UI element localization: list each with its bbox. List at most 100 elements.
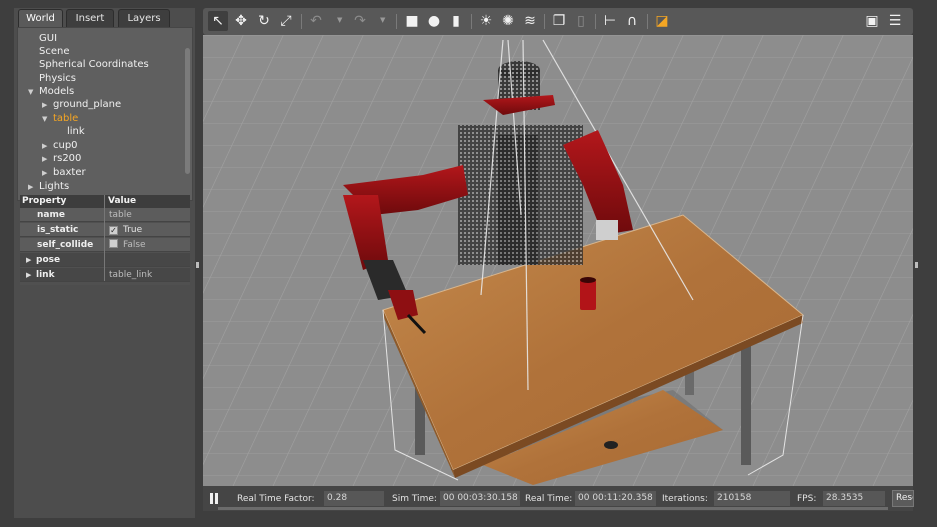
property-row-link[interactable]: ▶ link table_link (20, 268, 190, 282)
scene-render (203, 35, 913, 486)
select-mode-icon[interactable]: ↖ (208, 11, 228, 31)
tab-layers[interactable]: Layers (118, 9, 170, 27)
tree-item-label: GUI (39, 33, 58, 44)
real-time-factor-value: 0.28 (324, 491, 384, 506)
translate-mode-icon[interactable]: ✥ (231, 11, 251, 31)
tree-item-lights[interactable]: ▶ Lights (28, 180, 69, 193)
property-row-self-collide[interactable]: self_collide False (20, 238, 190, 252)
tree-item-scene[interactable]: Scene (28, 45, 70, 58)
property-value: table_link (109, 270, 153, 280)
tree-item-link[interactable]: link (56, 125, 85, 138)
tree-item-ground-plane[interactable]: ▶ ground_plane (42, 98, 121, 111)
left-splitter-handle[interactable] (196, 262, 199, 268)
property-key: name (37, 210, 65, 220)
tree-item-baxter[interactable]: ▶ baxter (42, 166, 86, 179)
property-table-header: Property Value (20, 195, 190, 208)
align-icon[interactable]: ⊢ (600, 11, 620, 31)
property-key: link (36, 270, 55, 280)
magnet-icon[interactable]: ∩ (622, 11, 642, 31)
tree-item-rs200[interactable]: ▶ rs200 (42, 152, 81, 165)
chevron-down-icon[interactable]: ▼ (380, 16, 385, 24)
cup0-model[interactable] (580, 280, 596, 310)
redo-icon[interactable]: ↷ (350, 11, 370, 31)
tree-item-cup0[interactable]: ▶ cup0 (42, 139, 78, 152)
toolbar-separator (647, 14, 648, 29)
baxter-right-gripper (596, 220, 618, 240)
chevron-down-icon[interactable]: ▼ (42, 113, 53, 126)
tree-item-label: table (53, 113, 79, 124)
tree-item-models[interactable]: ▼ Models (28, 85, 74, 98)
status-scrollbar[interactable] (218, 507, 888, 510)
property-row-name[interactable]: name table (20, 208, 190, 222)
scale-mode-icon[interactable]: ⤢ (276, 11, 296, 31)
checkbox-label: False (123, 240, 146, 250)
tree-scrollbar[interactable] (185, 48, 190, 174)
spot-light-icon[interactable]: ✺ (498, 11, 518, 31)
chevron-right-icon[interactable]: ▶ (28, 181, 39, 194)
column-divider (104, 195, 105, 281)
value-column-header: Value (108, 196, 137, 206)
tree-item-label: rs200 (53, 153, 82, 164)
cylinder-shape-icon[interactable]: ▮ (446, 11, 466, 31)
status-bar: Real Time Factor: 0.28 Sim Time: 00 00:0… (203, 486, 914, 511)
fps-value: 28.3535 (823, 491, 885, 506)
tree-item-label: baxter (53, 167, 86, 178)
rotate-mode-icon[interactable]: ↻ (254, 11, 274, 31)
real-time-factor-label: Real Time Factor: (237, 494, 315, 504)
directional-light-icon[interactable]: ≋ (520, 11, 540, 31)
tree-item-label: link (67, 126, 85, 137)
right-splitter-handle[interactable] (915, 262, 918, 268)
chevron-right-icon[interactable]: ▶ (42, 99, 53, 112)
iterations-label: Iterations: (662, 494, 708, 504)
reset-button[interactable]: Reset (892, 490, 914, 507)
checkbox-checked-icon[interactable]: ✓ (109, 226, 118, 235)
point-light-icon[interactable]: ☀ (476, 11, 496, 31)
checkbox-unchecked-icon[interactable] (109, 239, 118, 248)
main-toolbar: ↖ ✥ ↻ ⤢ ↶ ▼ ↷ ▼ ■ ● ▮ ☀ ✺ ≋ ❐ ▯ ⊢ ∩ ◪ ▣ … (203, 8, 913, 35)
toolbar-separator (396, 14, 397, 29)
tree-item-label: Spherical Coordinates (39, 59, 149, 70)
world-tree: GUI Scene Spherical Coordinates Physics … (17, 27, 193, 201)
scene-viewport[interactable] (203, 35, 913, 486)
chevron-down-icon[interactable]: ▼ (28, 86, 39, 99)
property-key: self_collide (37, 240, 94, 250)
toolbar-separator (301, 14, 302, 29)
cup-rim (580, 277, 596, 283)
shelf-object (604, 441, 618, 449)
log-icon[interactable]: ☰ (885, 11, 905, 31)
chevron-down-icon[interactable]: ▼ (337, 16, 342, 24)
tree-item-physics[interactable]: Physics (28, 72, 76, 85)
tree-item-spherical-coordinates[interactable]: Spherical Coordinates (28, 58, 149, 71)
property-column-header: Property (22, 196, 67, 206)
tree-item-label: ground_plane (53, 99, 122, 110)
box-shape-icon[interactable]: ■ (402, 11, 422, 31)
tree-item-gui[interactable]: GUI (28, 32, 57, 45)
sim-time-label: Sim Time: (392, 494, 437, 504)
real-time-label: Real Time: (525, 494, 573, 504)
iterations-value: 210158 (714, 491, 790, 506)
change-view-icon[interactable]: ◪ (652, 11, 672, 31)
fps-label: FPS: (797, 494, 817, 504)
toolbar-separator (595, 14, 596, 29)
property-row-is-static[interactable]: is_static ✓ True (20, 223, 190, 237)
property-row-pose[interactable]: ▶ pose (20, 253, 190, 267)
tree-item-table[interactable]: ▼ table (42, 112, 78, 125)
gazebo-window: World Insert Layers GUI Scene Spherical … (0, 0, 937, 527)
sphere-shape-icon[interactable]: ● (424, 11, 444, 31)
pause-icon[interactable] (210, 493, 219, 504)
left-panel: World Insert Layers GUI Scene Spherical … (14, 8, 195, 518)
chevron-right-icon[interactable]: ▶ (42, 167, 53, 180)
tab-insert[interactable]: Insert (66, 9, 114, 27)
paste-icon[interactable]: ▯ (571, 11, 591, 31)
property-value[interactable]: table (109, 208, 132, 222)
tab-world[interactable]: World (18, 9, 63, 27)
copy-icon[interactable]: ❐ (549, 11, 569, 31)
tree-item-label: cup0 (53, 140, 78, 151)
chevron-right-icon[interactable]: ▶ (26, 268, 31, 282)
undo-icon[interactable]: ↶ (306, 11, 326, 31)
chevron-right-icon[interactable]: ▶ (26, 253, 31, 267)
screenshot-icon[interactable]: ▣ (862, 11, 882, 31)
property-table: Property Value name table is_static ✓ Tru… (20, 195, 190, 285)
real-time-value: 00 00:11:20.358 (575, 491, 656, 506)
chevron-right-icon[interactable]: ▶ (42, 153, 53, 166)
